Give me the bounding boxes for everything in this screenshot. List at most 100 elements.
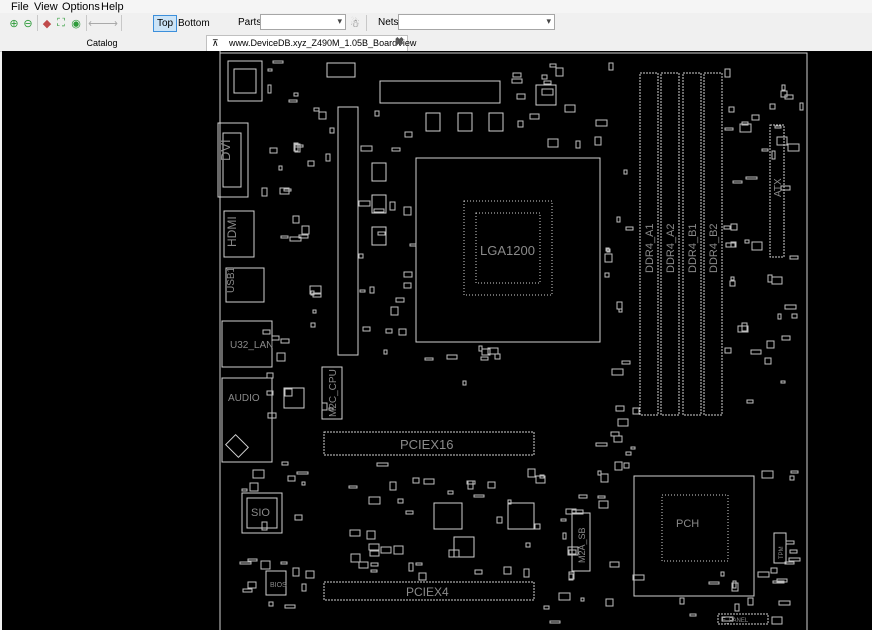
smd-part[interactable]: [734, 603, 740, 612]
catalog-tab[interactable]: Catalog: [2, 36, 202, 50]
smd-part[interactable]: [241, 488, 248, 492]
smd-part[interactable]: [799, 102, 804, 111]
smd-part[interactable]: [247, 558, 258, 562]
close-icon[interactable]: ✖: [395, 35, 404, 50]
smd-part[interactable]: [610, 431, 620, 437]
smd-part[interactable]: [358, 561, 369, 569]
smd-part[interactable]: [284, 604, 296, 609]
menu-view[interactable]: View: [34, 1, 58, 13]
zoom-out-icon[interactable]: ⊖: [21, 16, 35, 30]
smd-part[interactable]: [374, 110, 380, 117]
smd-part[interactable]: [732, 580, 737, 589]
smd-part[interactable]: [780, 380, 786, 384]
smd-part[interactable]: [523, 568, 530, 578]
smd-part[interactable]: [252, 469, 265, 479]
smd-part[interactable]: [301, 583, 307, 592]
smd-part[interactable]: [788, 557, 801, 562]
smd-part[interactable]: [774, 125, 782, 129]
smd-part[interactable]: [555, 67, 564, 77]
smd-part[interactable]: [292, 567, 300, 577]
smd-part[interactable]: [305, 570, 315, 579]
smd-part[interactable]: [595, 442, 608, 447]
search-part-icon[interactable]: ☃: [348, 16, 362, 30]
smd-part[interactable]: [632, 574, 645, 581]
smd-part[interactable]: [403, 206, 412, 216]
smd-part[interactable]: [730, 223, 738, 231]
boardview-document-tab[interactable]: ⊼ www.DeviceDB.xyz_Z490M_1.05B_BoardView…: [206, 35, 416, 51]
smd-part[interactable]: [525, 542, 531, 548]
smd-part[interactable]: [720, 571, 725, 577]
smd-part[interactable]: [362, 326, 371, 332]
smd-part[interactable]: [283, 188, 292, 192]
smd-part[interactable]: [370, 562, 379, 567]
smd-part[interactable]: [751, 241, 763, 251]
cpu-fan-header[interactable]: [326, 62, 356, 78]
smd-part[interactable]: [412, 477, 420, 484]
smd-part[interactable]: [766, 340, 775, 349]
fit-view-icon[interactable]: ◆: [40, 16, 54, 30]
smd-part[interactable]: [529, 113, 540, 120]
smd-part[interactable]: [789, 475, 795, 481]
smd-part[interactable]: [377, 231, 386, 236]
smd-part[interactable]: [358, 200, 371, 207]
smd-part[interactable]: [751, 114, 760, 121]
smd-part[interactable]: [549, 620, 561, 624]
smd-part[interactable]: [446, 354, 458, 360]
smd-part[interactable]: [728, 106, 735, 113]
smd-part[interactable]: [778, 600, 791, 606]
forward-arrow-icon[interactable]: ⟶: [102, 16, 118, 30]
smd-part[interactable]: [604, 272, 610, 278]
smd-part[interactable]: [616, 216, 621, 223]
board-canvas[interactable]: DVI HDMI USB1 U32_LAN AUDIO M2C_CPU LGA1…: [2, 51, 872, 630]
smd-part[interactable]: [771, 616, 783, 625]
smd-part[interactable]: [745, 176, 758, 180]
smd-part[interactable]: [623, 169, 628, 175]
smd-part[interactable]: [383, 349, 388, 355]
smd-part[interactable]: [767, 274, 773, 283]
smd-part[interactable]: [613, 435, 623, 443]
smd-part[interactable]: [389, 201, 396, 211]
smd-part[interactable]: [403, 271, 413, 278]
smd-part[interactable]: [732, 180, 743, 184]
smd-part[interactable]: [242, 588, 253, 593]
smd-part[interactable]: [272, 60, 284, 64]
smd-part[interactable]: [267, 68, 273, 72]
smd-part[interactable]: [369, 550, 380, 557]
smd-part[interactable]: [325, 153, 331, 162]
smd-part[interactable]: [724, 68, 731, 78]
smd-part[interactable]: [358, 253, 364, 259]
smd-part[interactable]: [267, 84, 272, 94]
smd-part[interactable]: [512, 72, 522, 78]
smd-part[interactable]: [423, 478, 435, 485]
smd-part[interactable]: [397, 498, 404, 504]
smd-part[interactable]: [368, 496, 381, 505]
smd-part[interactable]: [276, 352, 286, 362]
smd-part[interactable]: [287, 475, 296, 482]
smd-part[interactable]: [403, 282, 412, 289]
smd-part[interactable]: [260, 560, 271, 570]
smd-part[interactable]: [467, 480, 474, 490]
smd-part[interactable]: [280, 561, 288, 565]
smd-part[interactable]: [268, 601, 274, 607]
pch-outline[interactable]: [633, 475, 755, 597]
smd-part[interactable]: [348, 485, 358, 489]
smd-part[interactable]: [424, 357, 434, 361]
smd-part[interactable]: [747, 597, 754, 606]
zoom-board-icon[interactable]: ◉: [69, 16, 83, 30]
smd-part[interactable]: [781, 335, 791, 341]
smd-part[interactable]: [294, 514, 303, 521]
smd-part[interactable]: [408, 562, 414, 572]
zoom-in-icon[interactable]: ⊕: [7, 16, 21, 30]
smd-part[interactable]: [389, 481, 397, 491]
smd-part[interactable]: [350, 553, 361, 563]
smd-part[interactable]: [517, 120, 524, 128]
smd-part[interactable]: [395, 297, 405, 303]
smd-part[interactable]: [543, 80, 552, 85]
smd-part[interactable]: [549, 63, 557, 68]
smd-part[interactable]: [724, 127, 734, 131]
smd-part[interactable]: [370, 569, 378, 573]
smd-part[interactable]: [329, 127, 335, 134]
smd-part[interactable]: [558, 592, 571, 601]
smd-part[interactable]: [776, 136, 788, 146]
smd-part[interactable]: [611, 368, 624, 376]
